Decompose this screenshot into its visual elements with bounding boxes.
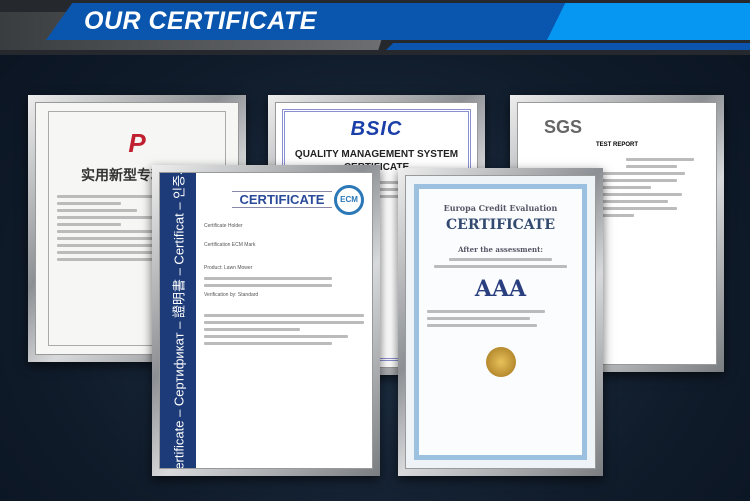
- banner-light-blue-band: [547, 3, 750, 40]
- ecm-badge: ECM: [334, 185, 364, 215]
- sgs-title: TEST REPORT: [595, 142, 638, 148]
- ce-product: Lawn Mower: [224, 265, 253, 271]
- ce-standard: Standard: [237, 292, 259, 298]
- ce-certificate: Certificate – Сертификат – 證明書 – Certifi…: [152, 165, 380, 476]
- header-banner: OUR CERTIFICATE: [0, 0, 750, 55]
- ce-product-label: Product:: [204, 265, 223, 271]
- europa-title: CERTIFICATE: [446, 217, 555, 233]
- ce-mark-label: Certification ECM Mark: [204, 242, 256, 248]
- bsic-logo: BSIC: [350, 118, 403, 140]
- bsic-title: QUALITY MANAGEMENT SYSTEM: [294, 149, 459, 160]
- patent-logo: P: [128, 128, 146, 158]
- europa-rating: AAA: [474, 276, 527, 302]
- ce-side-text: Certificate – Сертификат – 證明書 – Certifi…: [171, 172, 187, 469]
- banner-strip: [386, 43, 750, 50]
- page-title: OUR CERTIFICATE: [84, 7, 317, 35]
- europa-after: After the assessment:: [458, 245, 543, 254]
- ce-holder-label: Certificate Holder: [204, 223, 243, 229]
- europa-org: Europa Credit Evaluation: [443, 203, 558, 213]
- ce-title: CERTIFICATE: [232, 191, 332, 208]
- sgs-logo: SGS: [544, 117, 583, 137]
- ce-verification-label: Verification by:: [204, 292, 237, 298]
- ce-side-band: Certificate – Сертификат – 證明書 – Certifi…: [160, 173, 196, 468]
- gold-seal-icon: [485, 347, 516, 377]
- europa-certificate: Europa Credit Evaluation CERTIFICATE Aft…: [398, 168, 603, 476]
